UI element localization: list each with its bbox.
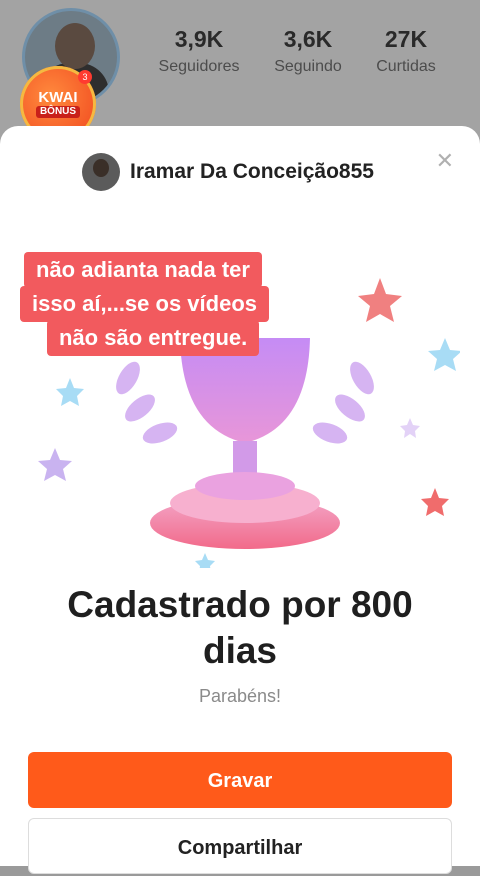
caption-line: isso aí,...se os vídeos [20,286,269,322]
stat-followers-value: 3,9K [174,26,224,52]
caption-line: não são entregue. [47,320,260,356]
achievement-subtitle: Parabéns! [198,686,282,706]
close-icon[interactable]: ✕ [436,150,454,172]
caption-line: não adianta nada ter [24,252,262,288]
star-icon [195,553,215,568]
record-button[interactable]: Gravar [28,752,452,808]
username: Iramar Da Conceição855 [130,160,374,183]
star-icon [38,448,72,481]
share-button[interactable]: Compartilhar [28,818,452,874]
star-icon [358,278,402,322]
stat-following-label: Seguindo [274,58,342,75]
record-button-label: Gravar [207,770,273,792]
stat-followers-label: Seguidores [158,58,240,75]
stat-likes-value: 27K [384,26,428,52]
kwai-badge-line1: KWAI [38,89,78,106]
star-icon [400,418,420,438]
star-icon [421,488,449,516]
video-caption: não adianta nada ter isso aí,...se os ví… [20,252,320,356]
avatar-face-shape [55,23,95,69]
stat-likes-label: Curtidas [376,58,436,75]
profile-header: KWAI BÔNUS 3 3,9K Seguidores 3,6K Seguin… [0,0,480,142]
achievement-sheet: Iramar Da Conceição855 ✕ não adianta nad… [0,126,480,874]
share-button-label: Compartilhar [177,837,303,859]
stat-likes[interactable]: 27K Curtidas [366,24,446,80]
kwai-badge-line2: BÔNUS [35,106,81,118]
stat-following[interactable]: 3,6K Seguindo [260,24,356,80]
stat-followers[interactable]: 3,9K Seguidores [148,24,250,80]
kwai-badge-count: 3 [78,70,92,84]
user-avatar [82,153,120,191]
star-icon [56,378,84,406]
stat-following-value: 3,6K [283,26,333,52]
sheet-header: Iramar Da Conceição855 [82,152,374,192]
star-icon [428,338,460,371]
achievement-title: Cadastrado por 800 dias [67,584,413,671]
